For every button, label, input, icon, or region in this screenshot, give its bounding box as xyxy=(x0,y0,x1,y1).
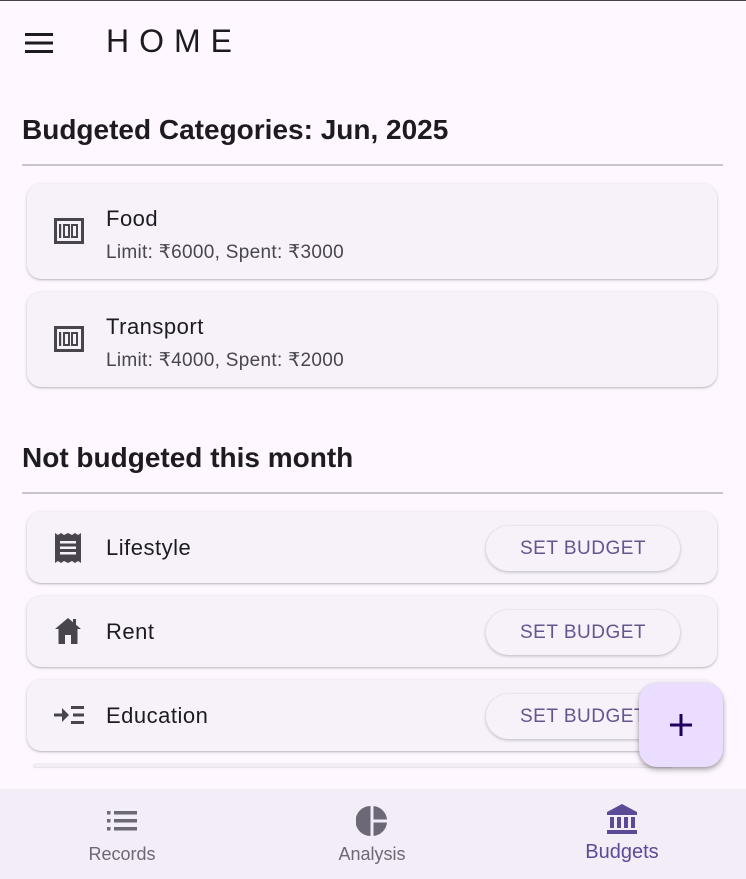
house-icon xyxy=(55,618,81,644)
set-budget-button[interactable]: SET BUDGET xyxy=(486,526,680,571)
nav-item-analysis[interactable]: Analysis xyxy=(282,789,462,877)
category-card-education: Education SET BUDGET xyxy=(27,680,717,751)
pie-chart-icon xyxy=(356,806,387,836)
budget-detail: Limit: ₹6000, Spent: ₹3000 xyxy=(106,242,344,263)
category-card-rent: Rent SET BUDGET xyxy=(27,596,717,667)
section-divider xyxy=(22,164,723,166)
category-name: Education xyxy=(106,703,209,728)
nav-label: Budgets xyxy=(585,841,659,863)
menu-button[interactable] xyxy=(14,19,64,69)
page-title: HOME xyxy=(106,23,242,59)
not-budgeted-section-title: Not budgeted this month xyxy=(22,442,354,473)
nav-item-records[interactable]: Records xyxy=(32,789,212,877)
money-icon xyxy=(54,326,84,352)
list-item-partial xyxy=(33,763,673,767)
bank-icon xyxy=(607,804,637,834)
receipt-icon xyxy=(55,533,81,563)
plus-icon xyxy=(670,714,692,736)
nav-label: Analysis xyxy=(338,844,406,864)
menu-icon xyxy=(25,33,53,53)
category-name: Transport xyxy=(106,314,204,339)
category-name: Food xyxy=(106,206,159,231)
category-name: Lifestyle xyxy=(106,535,192,560)
nav-label: Records xyxy=(88,844,156,864)
section-divider xyxy=(22,492,723,494)
budget-card-food[interactable]: Food Limit: ₹6000, Spent: ₹3000 xyxy=(27,184,717,279)
money-icon xyxy=(54,218,84,244)
set-budget-button[interactable]: SET BUDGET xyxy=(486,610,680,655)
category-card-lifestyle: Lifestyle SET BUDGET xyxy=(27,512,717,583)
budget-card-transport[interactable]: Transport Limit: ₹4000, Spent: ₹2000 xyxy=(27,292,717,387)
app-bar: HOME xyxy=(0,1,746,87)
indent-list-icon xyxy=(54,706,84,724)
nav-item-budgets[interactable]: Budgets xyxy=(532,789,712,877)
budgeted-section-title: Budgeted Categories: Jun, 2025 xyxy=(22,114,449,145)
bottom-navigation: Records Analysis Budgets xyxy=(0,789,746,879)
list-icon xyxy=(107,811,137,831)
category-name: Rent xyxy=(106,619,155,644)
add-fab-button[interactable] xyxy=(639,683,723,767)
budget-detail: Limit: ₹4000, Spent: ₹2000 xyxy=(106,350,344,371)
